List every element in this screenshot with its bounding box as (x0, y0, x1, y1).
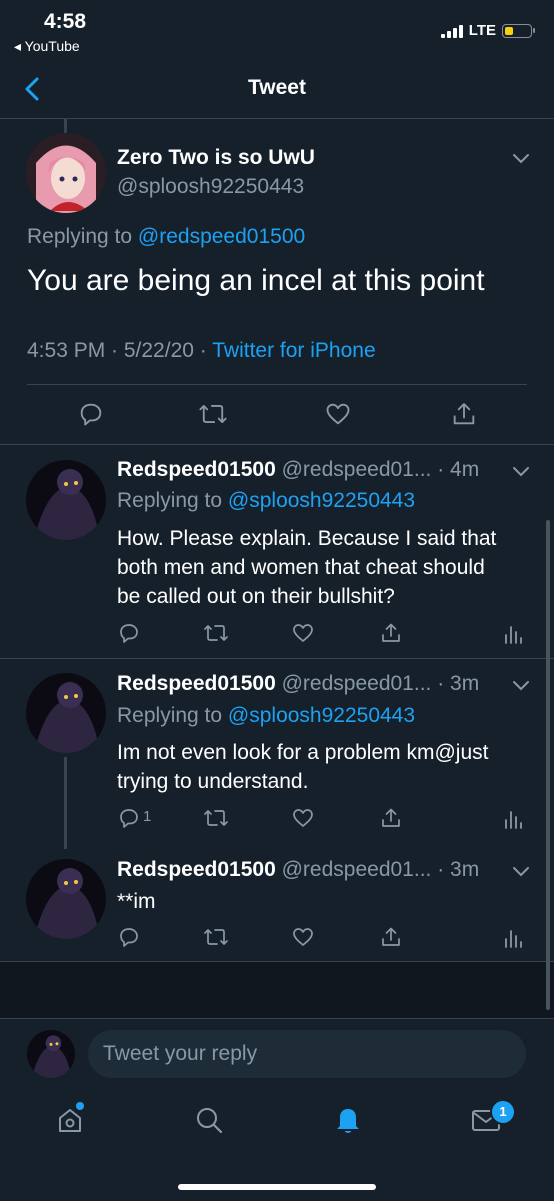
reply-time: · 4m (437, 458, 480, 481)
reply-text-line: be called out on their bullshit? (117, 585, 395, 608)
avatar[interactable] (27, 1030, 75, 1078)
thread-line (64, 757, 67, 849)
status-time: 4:58 (44, 10, 87, 33)
retweet-icon[interactable] (198, 400, 228, 428)
reply-header: Redspeed01500 @redspeed01... · 3m (117, 672, 479, 696)
replying-to: Replying to @sploosh92250443 (117, 489, 415, 513)
like-icon[interactable] (291, 806, 315, 830)
battery-icon (502, 23, 535, 38)
messages-badge: 1 (490, 1099, 516, 1125)
main-tweet-actions (0, 398, 554, 432)
like-icon[interactable] (291, 621, 315, 645)
replying-to: Replying to @sploosh92250443 (117, 704, 415, 728)
replying-to-label: Replying to (117, 704, 223, 727)
search-icon[interactable] (193, 1104, 225, 1136)
reply-header: Redspeed01500 @redspeed01... · 4m (117, 458, 479, 482)
divider (27, 384, 527, 385)
reply-actions: 1 (117, 806, 537, 832)
chevron-down-icon[interactable] (512, 153, 530, 165)
share-icon[interactable] (379, 925, 403, 949)
reply-text: How. Please explain. Because I said that… (117, 524, 496, 611)
reply-author-handle[interactable]: @redspeed01... (282, 858, 432, 881)
avatar[interactable] (26, 673, 106, 753)
reply-text: **im (117, 887, 156, 916)
reply-icon[interactable] (117, 806, 141, 830)
tweet-meta: 4:53 PM · 5/22/20 · Twitter for iPhone (27, 339, 376, 363)
reply-author-name[interactable]: Redspeed01500 (117, 672, 276, 695)
reply-author-name[interactable]: Redspeed01500 (117, 458, 276, 481)
retweet-icon[interactable] (203, 621, 229, 645)
thread-line (64, 119, 67, 133)
analytics-icon[interactable] (503, 621, 523, 645)
top-navigation-bar: Tweet (0, 60, 554, 119)
reply-author-name[interactable]: Redspeed01500 (117, 858, 276, 881)
main-tweet-author-handle[interactable]: @sploosh92250443 (117, 175, 304, 199)
replying-to-label: Replying to (117, 489, 223, 512)
main-tweet-text: You are being an incel at this point (27, 264, 485, 297)
tweet-client-link[interactable]: Twitter for iPhone (212, 339, 375, 362)
retweet-icon[interactable] (203, 925, 229, 949)
signal-icon (440, 24, 463, 38)
tweet-timestamp: 4:53 PM · 5/22/20 · (27, 339, 207, 362)
replying-to-label: Replying to (27, 225, 133, 248)
replying-to: Replying to @redspeed01500 (27, 225, 305, 249)
scrollbar[interactable] (546, 520, 550, 1010)
analytics-icon[interactable] (503, 806, 523, 830)
notifications-icon[interactable] (331, 1102, 365, 1136)
reply-count: 1 (143, 808, 152, 825)
retweet-icon[interactable] (203, 806, 229, 830)
reply-text: Im not even look for a problem km@just t… (117, 738, 488, 796)
reply-author-handle[interactable]: @redspeed01... (282, 672, 432, 695)
reply-tweet[interactable]: Redspeed01500 @redspeed01... · 4m Replyi… (0, 445, 554, 657)
reply-text-line: Im not even look for a problem km@just (117, 741, 489, 764)
share-icon[interactable] (379, 806, 403, 830)
reply-icon[interactable] (117, 621, 141, 645)
replying-to-link[interactable]: @redspeed01500 (138, 225, 305, 248)
reply-tweet[interactable]: Redspeed01500 @redspeed01... · 3m **im (0, 849, 554, 961)
chevron-down-icon[interactable] (512, 680, 530, 692)
home-indicator (178, 1184, 376, 1190)
status-indicators: LTE (440, 22, 535, 39)
back-to-app-link[interactable]: ◂ YouTube (14, 38, 80, 55)
like-icon[interactable] (324, 400, 352, 428)
replying-to-link[interactable]: @sploosh92250443 (228, 704, 415, 727)
thread-footer-space (0, 962, 554, 1018)
reply-time: · 3m (437, 672, 480, 695)
avatar[interactable] (26, 460, 106, 540)
like-icon[interactable] (291, 925, 315, 949)
reply-actions (117, 925, 537, 951)
avatar[interactable] (26, 859, 106, 939)
share-icon[interactable] (379, 621, 403, 645)
reply-time: · 3m (437, 858, 480, 881)
reply-text-line: How. Please explain. Because I said that (117, 527, 497, 550)
reply-tweet[interactable]: Redspeed01500 @redspeed01... · 3m Replyi… (0, 659, 554, 849)
new-tweets-dot (76, 1102, 84, 1110)
reply-icon[interactable] (117, 925, 141, 949)
reply-text-line: both men and women that cheat should (117, 556, 485, 579)
reply-text-line: trying to understand. (117, 770, 309, 793)
network-label: LTE (468, 22, 496, 39)
chevron-down-icon[interactable] (512, 466, 530, 478)
reply-text-line: **im (117, 890, 156, 913)
analytics-icon[interactable] (503, 925, 523, 949)
share-icon[interactable] (450, 400, 478, 428)
avatar[interactable] (26, 133, 106, 213)
page-title: Tweet (248, 76, 306, 99)
reply-icon[interactable] (77, 400, 105, 428)
replying-to-link[interactable]: @sploosh92250443 (228, 489, 415, 512)
chevron-down-icon[interactable] (512, 866, 530, 878)
reply-author-handle[interactable]: @redspeed01... (282, 458, 432, 481)
main-tweet-author-name[interactable]: Zero Two is so UwU (117, 146, 315, 170)
reply-input-placeholder: Tweet your reply (103, 1042, 258, 1065)
reply-header: Redspeed01500 @redspeed01... · 3m (117, 858, 479, 882)
reply-actions (117, 621, 537, 647)
